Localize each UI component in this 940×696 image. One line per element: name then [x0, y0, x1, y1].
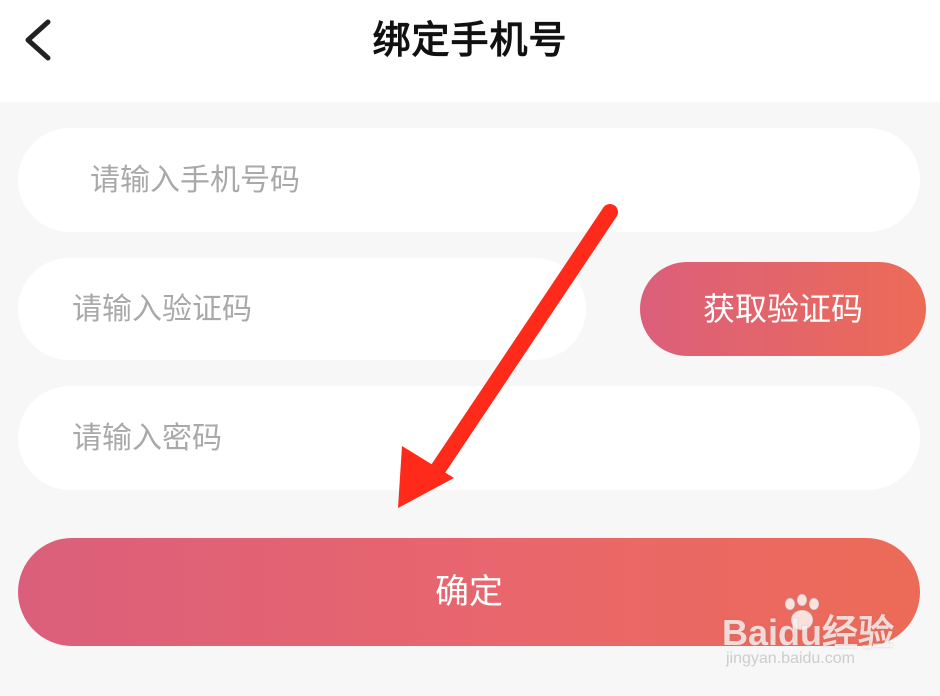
- get-code-button[interactable]: 获取验证码: [640, 262, 926, 356]
- page-title: 绑定手机号: [372, 18, 568, 62]
- nav-header: 绑定手机号: [0, 0, 940, 102]
- watermark-url: jingyan.baidu.com: [726, 650, 855, 667]
- password-input[interactable]: [18, 386, 920, 490]
- phone-field: [18, 128, 920, 232]
- verification-code-input[interactable]: [18, 258, 586, 360]
- phone-input[interactable]: [18, 128, 920, 232]
- code-field: [18, 258, 586, 360]
- password-field: [18, 386, 920, 490]
- confirm-button[interactable]: 确定: [18, 538, 920, 646]
